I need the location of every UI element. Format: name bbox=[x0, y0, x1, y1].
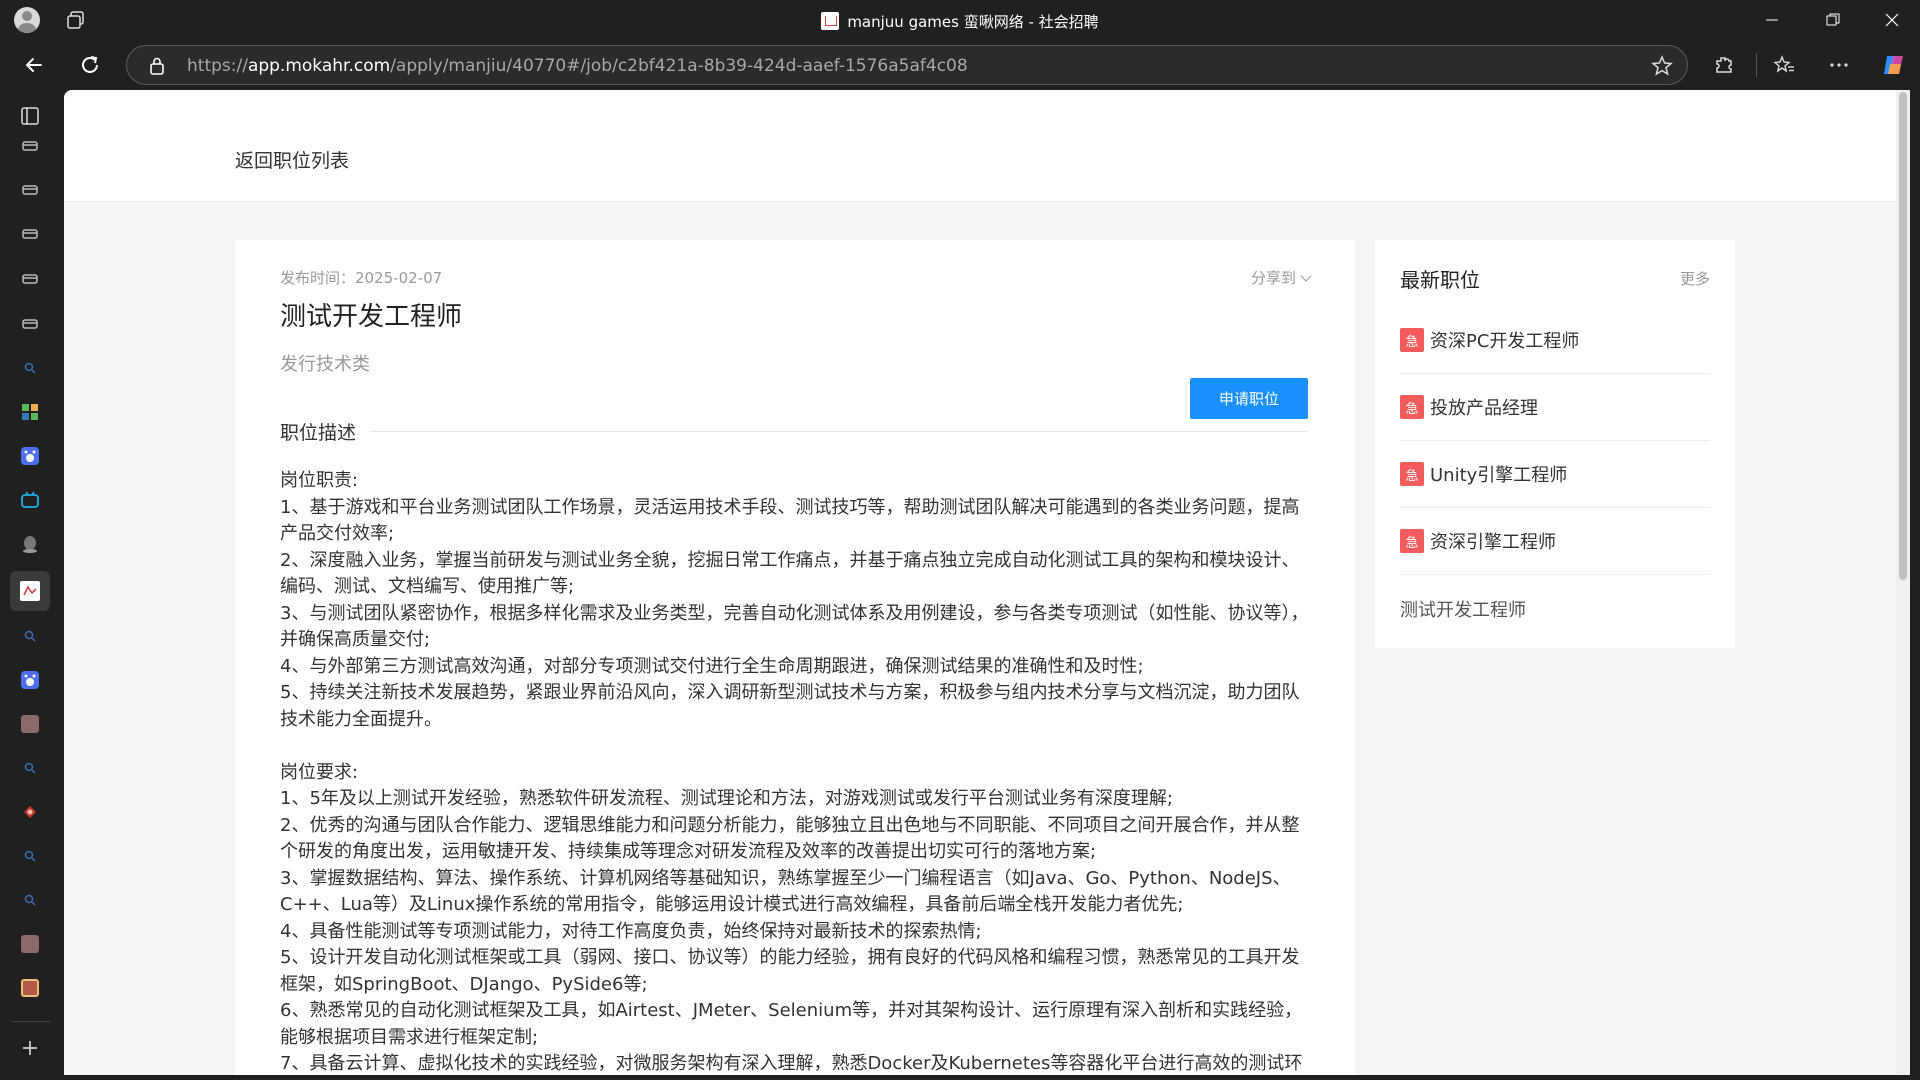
site-favicon-icon bbox=[821, 12, 840, 30]
url-host: app.mokahr.com bbox=[247, 56, 391, 76]
back-to-list-link[interactable]: 返回职位列表 bbox=[235, 146, 349, 173]
share-dropdown[interactable]: 分享到 bbox=[1250, 267, 1312, 288]
latest-job-name: Unity引擎工程师 bbox=[1430, 465, 1568, 486]
latest-jobs-list: 急资深PC开发工程师 急投放产品经理 急 Unity引擎工程师 急资深引擎工程师 … bbox=[1400, 307, 1710, 642]
restore-button[interactable] bbox=[1805, 0, 1861, 40]
url-text[interactable]: https://app.mokahr.com/apply/manjiu/4077… bbox=[187, 56, 968, 76]
section-divider bbox=[280, 431, 1308, 432]
apply-button[interactable]: 申请职位 bbox=[1190, 378, 1308, 419]
requirement-item: 5、设计开发自动化测试框架或工具（弱网、接口、协议等）的能力经验，拥有良好的代码… bbox=[280, 947, 1300, 995]
app-tab-icon[interactable] bbox=[16, 974, 44, 1002]
search-tab-icon[interactable] bbox=[16, 354, 44, 382]
toolbar-divider bbox=[1756, 53, 1757, 77]
more-link[interactable]: 更多 bbox=[1680, 268, 1710, 289]
post-date: 发布时间：2025-02-07 bbox=[280, 269, 443, 287]
window-title-text: manjuu games 蛮啾网络 - 社会招聘 bbox=[847, 13, 1099, 31]
grid-app-icon[interactable] bbox=[16, 398, 44, 426]
favorites-icon[interactable] bbox=[1768, 49, 1800, 81]
latest-job-item[interactable]: 急投放产品经理 bbox=[1400, 374, 1710, 441]
requirements-heading: 岗位要求: bbox=[280, 761, 359, 783]
minimize-button[interactable] bbox=[1744, 0, 1800, 40]
chevron-down-icon bbox=[1300, 270, 1312, 282]
responsibility-item: 3、与测试团队紧密协作，根据多样化需求及业务类型，完善自动化测试体系及用例建设，… bbox=[280, 602, 1309, 651]
page-viewport: 返回职位列表 发布时间：2025-02-07 分享到 测试开发工程师 发行技术类… bbox=[64, 90, 1910, 1075]
url-scheme: https:// bbox=[187, 56, 248, 76]
share-label: 分享到 bbox=[1250, 269, 1296, 287]
requirement-item: 1、5年及以上测试开发经验，熟悉软件研发流程、测试理论和方法，对游戏测试或发行平… bbox=[280, 788, 1173, 809]
job-category: 发行技术类 bbox=[280, 354, 370, 375]
vertical-tab-icon[interactable] bbox=[16, 265, 44, 293]
scrollbar-thumb[interactable] bbox=[1899, 92, 1907, 580]
search-tab-icon[interactable] bbox=[16, 886, 44, 914]
responsibility-item: 2、深度融入业务，掌握当前研发与测试业务全貌，挖掘日常工作痛点，并基于痛点独立完… bbox=[280, 549, 1300, 598]
urgent-badge: 急 bbox=[1400, 462, 1424, 486]
search-tab-icon[interactable] bbox=[16, 622, 44, 650]
close-button[interactable] bbox=[1864, 0, 1920, 40]
vertical-tab-icon[interactable] bbox=[16, 132, 44, 160]
responsibilities-heading: 岗位职责: bbox=[280, 470, 359, 491]
sidebar-divider bbox=[12, 1021, 50, 1022]
requirement-item: 7、具备云计算、虚拟化技术的实践经验，对微服务架构有深入理解，熟悉Docker及… bbox=[280, 1053, 1303, 1074]
scrollbar[interactable] bbox=[1896, 90, 1910, 1075]
lock-icon[interactable] bbox=[149, 57, 165, 79]
responsibility-item: 4、与外部第三方测试高效沟通，对部分专项测试交付进行全生命周期跟进，确保测试结果… bbox=[280, 655, 1144, 677]
urgent-badge: 急 bbox=[1400, 328, 1424, 352]
latest-jobs-card: 最新职位 更多 急资深PC开发工程师 急投放产品经理 急 Unity引擎工程师 急… bbox=[1375, 240, 1735, 648]
latest-job-item[interactable]: 急 Unity引擎工程师 bbox=[1400, 441, 1710, 508]
sidebar-panel-icon[interactable] bbox=[16, 102, 44, 130]
app-tab-icon[interactable] bbox=[16, 798, 44, 826]
copilot-icon[interactable] bbox=[1878, 49, 1910, 81]
latest-job-item[interactable]: 急资深引擎工程师 bbox=[1400, 508, 1710, 575]
vertical-tab-icon[interactable] bbox=[16, 310, 44, 338]
urgent-badge: 急 bbox=[1400, 395, 1424, 419]
latest-job-item[interactable]: 测试开发工程师 bbox=[1400, 575, 1710, 642]
add-tab-icon[interactable] bbox=[16, 1034, 44, 1062]
page-header: 返回职位列表 bbox=[64, 90, 1910, 202]
vertical-tab-icon[interactable] bbox=[16, 220, 44, 248]
qq-tab-icon[interactable] bbox=[16, 530, 44, 558]
latest-job-name: 测试开发工程师 bbox=[1400, 599, 1526, 621]
requirement-item: 3、掌握数据结构、算法、操作系统、计算机网络等基础知识，熟练掌握至少一门编程语言… bbox=[280, 867, 1291, 916]
bilibili-tab-icon[interactable] bbox=[16, 486, 44, 514]
url-path: /apply/manjiu/40770#/job/c2bf421a-8b39-4… bbox=[390, 56, 968, 76]
latest-job-name: 资深引擎工程师 bbox=[1430, 532, 1556, 553]
back-button[interactable] bbox=[18, 49, 50, 81]
responsibility-item: 1、基于游戏和平台业务测试团队工作场景，灵活运用技术手段、测试技巧等，帮助测试团… bbox=[280, 496, 1300, 545]
job-description: 岗位职责: 1、基于游戏和平台业务测试团队工作场景，灵活运用技术手段、测试技巧等… bbox=[280, 468, 1310, 1075]
requirement-item: 6、熟悉常见的自动化测试框架及工具，如Airtest、JMeter、Seleni… bbox=[280, 1000, 1303, 1048]
address-bar[interactable]: https://app.mokahr.com/apply/manjiu/4077… bbox=[126, 45, 1688, 85]
refresh-button[interactable] bbox=[74, 49, 106, 81]
image-tab-icon[interactable] bbox=[16, 930, 44, 958]
vertical-tab-icon[interactable] bbox=[16, 176, 44, 204]
search-tab-icon[interactable] bbox=[16, 842, 44, 870]
latest-job-name: 资深PC开发工程师 bbox=[1430, 331, 1580, 352]
baidu-tab-icon[interactable] bbox=[16, 666, 44, 694]
section-title: 职位描述 bbox=[280, 418, 371, 445]
manjuu-tab-icon[interactable] bbox=[16, 577, 44, 605]
extensions-icon[interactable] bbox=[1708, 49, 1740, 81]
latest-job-item[interactable]: 急资深PC开发工程师 bbox=[1400, 307, 1710, 374]
latest-job-name: 投放产品经理 bbox=[1430, 398, 1538, 419]
job-title: 测试开发工程师 bbox=[280, 302, 463, 332]
more-menu-icon[interactable] bbox=[1823, 49, 1855, 81]
browser-sidebar bbox=[0, 90, 62, 1080]
latest-jobs-title: 最新职位 bbox=[1400, 268, 1480, 292]
favorite-star-icon[interactable] bbox=[1651, 55, 1673, 81]
requirement-item: 2、优秀的沟通与团队合作能力、逻辑思维能力和问题分析能力，能够独立且出色地与不同… bbox=[280, 814, 1300, 863]
responsibility-item: 5、持续关注新技术发展趋势，紧跟业界前沿风向，深入调研新型测试技术与方案，积极参… bbox=[280, 682, 1300, 730]
baidu-tab-icon[interactable] bbox=[16, 442, 44, 470]
job-detail-card: 发布时间：2025-02-07 分享到 测试开发工程师 发行技术类 申请职位 职… bbox=[235, 240, 1355, 1075]
image-tab-icon[interactable] bbox=[16, 710, 44, 738]
urgent-badge: 急 bbox=[1400, 529, 1424, 553]
window-title: manjuu games 蛮啾网络 - 社会招聘 bbox=[0, 11, 1920, 32]
search-tab-icon[interactable] bbox=[16, 754, 44, 782]
navigation-bar: https://app.mokahr.com/apply/manjiu/4077… bbox=[0, 40, 1920, 90]
requirement-item: 4、具备性能测试等专项测试能力，对待工作高度负责，始终保持对最新技术的探索热情; bbox=[280, 920, 982, 942]
title-bar: manjuu games 蛮啾网络 - 社会招聘 bbox=[0, 0, 1920, 40]
